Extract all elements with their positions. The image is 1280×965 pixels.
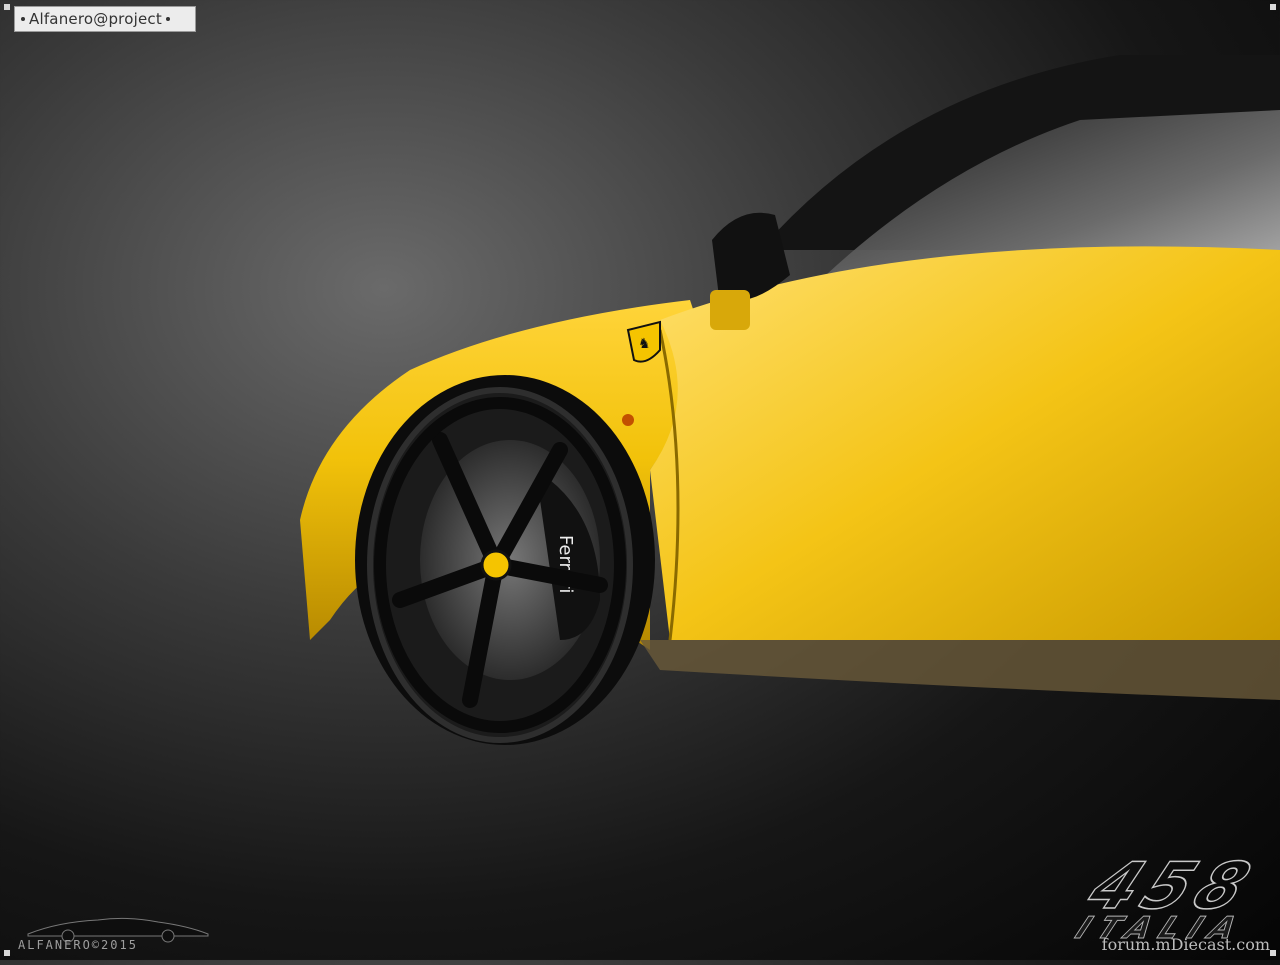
watermark-text: Alfanero@project	[29, 10, 162, 28]
car-illustration: ♞ Ferrari	[300, 55, 1280, 745]
svg-text:♞: ♞	[638, 336, 651, 352]
mirror-stalk	[710, 290, 750, 330]
brand-text: ALFANERO©2015	[18, 938, 138, 952]
frame-corner	[4, 4, 10, 10]
watermark-tag: Alfanero@project	[14, 6, 196, 32]
center-cap	[480, 549, 512, 581]
frame-corner	[1270, 4, 1276, 10]
side-marker	[622, 414, 634, 426]
tag-dot	[165, 17, 170, 21]
side-sill	[640, 640, 1280, 700]
frame-corner	[1270, 950, 1276, 956]
car-photo: ♞ Ferrari	[0, 0, 1280, 960]
frame-corner	[4, 950, 10, 956]
tag-dot	[21, 17, 25, 21]
forum-credit: forum.mDiecast.com	[1101, 935, 1270, 954]
